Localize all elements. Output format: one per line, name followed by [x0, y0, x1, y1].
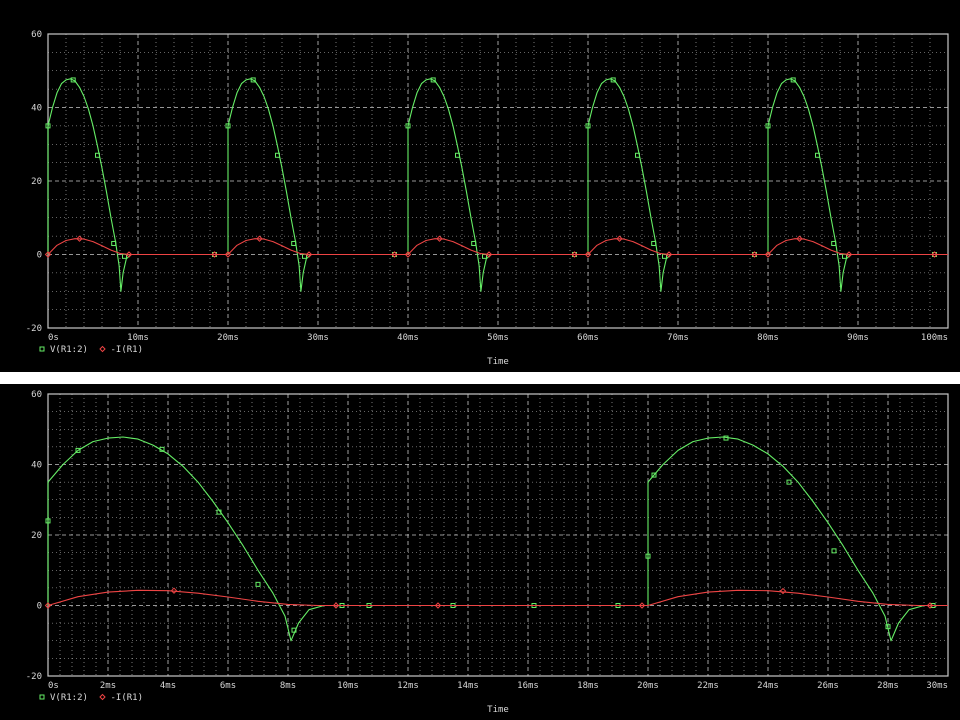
x-tick-label: 6ms [220, 681, 236, 691]
x-tick-label: 40ms [397, 333, 419, 343]
top-waveform-chart: -20 0 20 40 60 0s 10ms 20ms 30ms 40ms 50ms 60ms 70ms… [0, 0, 960, 372]
x-tick-label: 0s [48, 681, 59, 691]
x-tick-label: 50ms [487, 333, 509, 343]
x-tick-label: 0s [48, 333, 59, 343]
x-tick-label: 2ms [100, 681, 116, 691]
y-tick-label: 60 [31, 390, 42, 400]
y-tick-label: 40 [31, 461, 42, 471]
x-tick-label: 10ms [337, 681, 359, 691]
x-tick-label: 10ms [127, 333, 149, 343]
legend-label: V(R1:2) [50, 693, 88, 703]
x-tick-label: 90ms [847, 333, 869, 343]
x-tick-label: 26ms [817, 681, 839, 691]
x-tick-label: 16ms [517, 681, 539, 691]
y-tick-label: 20 [31, 531, 42, 541]
y-tick-label: 40 [31, 104, 42, 114]
y-tick-label: 60 [31, 30, 42, 40]
y-tick-label: 0 [37, 602, 42, 612]
bottom-waveform-chart: -20 0 20 40 60 0s 2ms 4ms 6ms 8ms 10ms 12ms 14ms 16ms… [0, 384, 960, 720]
x-tick-label: 8ms [280, 681, 296, 691]
y-tick-label: -20 [26, 324, 42, 334]
y-tick-label: -20 [26, 672, 42, 682]
legend-label: -I(R1) [111, 693, 144, 703]
x-tick-label: 80ms [757, 333, 779, 343]
legend-label: V(R1:2) [50, 345, 88, 355]
legend-label: -I(R1) [111, 345, 144, 355]
x-tick-label: 22ms [697, 681, 719, 691]
x-tick-label: 28ms [877, 681, 899, 691]
x-axis-label: Time [487, 705, 509, 715]
x-tick-label: 4ms [160, 681, 176, 691]
x-tick-label: 24ms [757, 681, 779, 691]
x-tick-label: 12ms [397, 681, 419, 691]
x-tick-label: 30ms [926, 681, 948, 691]
x-tick-label: 20ms [217, 333, 239, 343]
x-axis-label: Time [487, 357, 509, 367]
x-tick-label: 100ms [921, 333, 948, 343]
top-probe-plot-panel[interactable]: -20 0 20 40 60 0s 10ms 20ms 30ms 40ms 50ms 60ms 70ms… [0, 0, 960, 372]
y-tick-label: 0 [37, 251, 42, 261]
x-tick-label: 20ms [637, 681, 659, 691]
x-tick-label: 18ms [577, 681, 599, 691]
x-tick-label: 14ms [457, 681, 479, 691]
bottom-probe-plot-panel[interactable]: -20 0 20 40 60 0s 2ms 4ms 6ms 8ms 10ms 12ms 14ms 16ms… [0, 384, 960, 720]
y-tick-label: 20 [31, 177, 42, 187]
x-tick-label: 70ms [667, 333, 689, 343]
x-tick-label: 60ms [577, 333, 599, 343]
x-tick-label: 30ms [307, 333, 329, 343]
